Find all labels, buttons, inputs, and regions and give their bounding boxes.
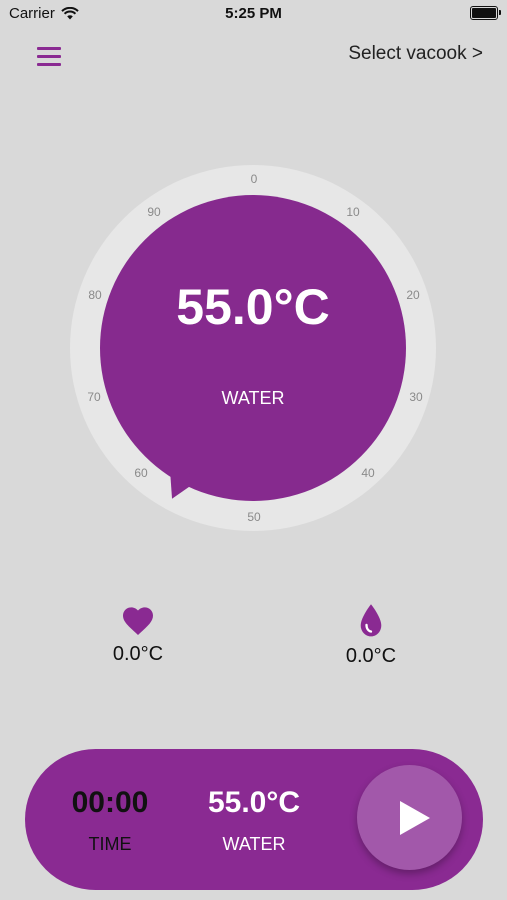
dial-tick-50: 50 bbox=[247, 510, 261, 524]
dial-pointer[interactable] bbox=[165, 470, 205, 504]
dial-tick-40: 40 bbox=[361, 466, 375, 480]
dial-tick-30: 30 bbox=[409, 390, 423, 404]
play-button[interactable] bbox=[357, 765, 462, 870]
select-device-link[interactable]: Select vacook > bbox=[348, 43, 483, 65]
dial-tick-70: 70 bbox=[87, 390, 101, 404]
timer-display: 00:00 TIME bbox=[50, 786, 170, 855]
heart-icon bbox=[123, 607, 153, 635]
core-temperature-value: 0.0°C bbox=[112, 643, 164, 665]
battery-icon bbox=[470, 6, 501, 20]
set-temperature-display: 55.0°C WATER bbox=[184, 786, 324, 855]
core-temperature-sensor: 0.0°C bbox=[78, 603, 198, 666]
play-icon bbox=[400, 801, 430, 835]
hamburger-menu-icon[interactable] bbox=[37, 45, 61, 67]
set-temperature-label: WATER bbox=[222, 834, 286, 854]
status-time: 5:25 PM bbox=[225, 5, 282, 22]
timer-label: TIME bbox=[88, 834, 132, 854]
set-temperature-value: 55.0°C bbox=[207, 786, 301, 819]
water-temperature-value: 0.0°C bbox=[345, 645, 397, 667]
dial-tick-10: 10 bbox=[346, 205, 360, 219]
cooking-mode-label: WATER bbox=[221, 388, 285, 408]
dial-tick-90: 90 bbox=[147, 205, 161, 219]
dial-tick-20: 20 bbox=[406, 288, 420, 302]
water-drop-icon bbox=[360, 604, 382, 637]
temperature-dial-face[interactable] bbox=[100, 195, 406, 501]
dial-tick-60: 60 bbox=[134, 466, 148, 480]
timer-value: 00:00 bbox=[71, 786, 149, 819]
status-bar: Carrier 5:25 PM bbox=[0, 0, 507, 28]
target-temperature: 55.0°C bbox=[176, 279, 330, 335]
water-temperature-sensor: 0.0°C bbox=[311, 603, 431, 668]
dial-tick-0: 0 bbox=[250, 172, 258, 186]
